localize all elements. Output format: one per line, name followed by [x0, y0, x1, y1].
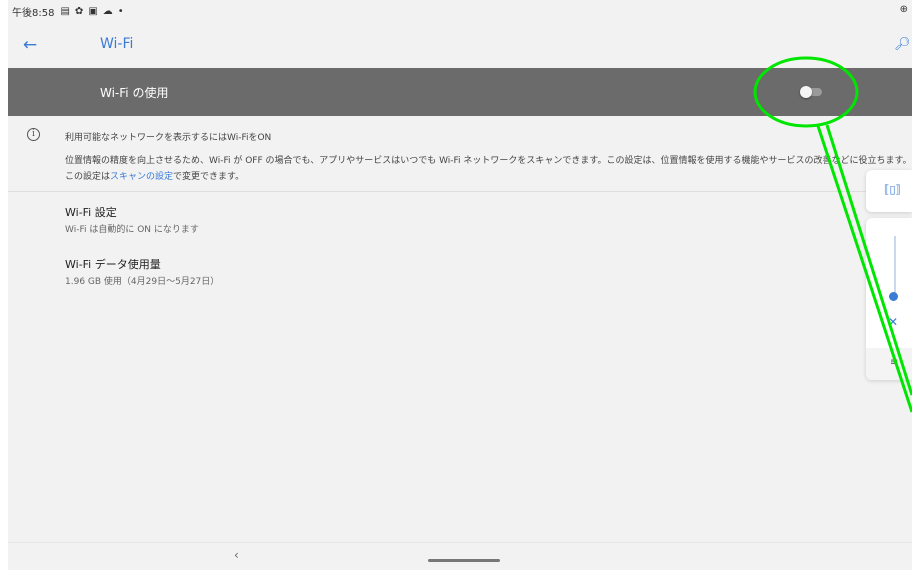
vpn-key-icon: ⊕ — [899, 4, 908, 15]
settings-sliders-icon[interactable]: ≡ — [890, 357, 898, 368]
nav-home-handle[interactable] — [428, 559, 500, 562]
status-time: 午後8:58 — [12, 7, 55, 19]
music-off-icon[interactable]: ✕ — [888, 315, 902, 329]
status-icons: ▤ ✿ ▣ ☁ • — [60, 6, 123, 17]
toggle-thumb — [800, 86, 812, 98]
arrow-left-icon: ← — [22, 35, 38, 55]
dot-icon: • — [117, 5, 124, 17]
item-title: Wi-Fi 設定 — [65, 206, 117, 219]
image-icon: ▣ — [88, 5, 98, 17]
volume-slider-thumb[interactable] — [889, 292, 898, 301]
back-button[interactable]: ← — [18, 34, 42, 56]
item-subtitle: 1.96 GB 使用（4月29日〜5月27日） — [65, 277, 220, 287]
cloud-icon: ☁ — [102, 5, 113, 17]
info-icon: i — [27, 128, 40, 141]
settings-screen: 午後8:58 ▤ ✿ ▣ ☁ • ⊕ ← Wi-Fi 🔎︎ Wi-Fi の使用 … — [8, 0, 912, 570]
wifi-toggle[interactable] — [800, 86, 822, 98]
list-item-wifi-settings[interactable]: Wi-Fi 設定 Wi-Fi は自動的に ON になります — [65, 204, 845, 235]
message-icon: ▤ — [60, 5, 70, 17]
navigation-bar: ‹ — [8, 542, 912, 570]
wifi-master-switch-bar[interactable]: Wi-Fi の使用 — [8, 68, 912, 116]
search-icon: 🔎︎ — [894, 37, 911, 52]
info-main-text: 利用可能なネットワークを表示するにはWi-FiをON — [65, 133, 272, 143]
list-item-wifi-data-usage[interactable]: Wi-Fi データ使用量 1.96 GB 使用（4月29日〜5月27日） — [65, 256, 845, 287]
volume-slider-track[interactable] — [894, 236, 896, 296]
item-subtitle: Wi-Fi は自動的に ON になります — [65, 225, 199, 235]
item-title: Wi-Fi データ使用量 — [65, 258, 161, 271]
scan-settings-link[interactable]: スキャンの設定 — [110, 172, 173, 182]
ringer-mode-card[interactable]: ⟦▯⟧ — [866, 170, 912, 212]
page-title: Wi-Fi — [100, 36, 134, 52]
wifi-master-switch-label: Wi-Fi の使用 — [100, 86, 169, 100]
search-button[interactable]: 🔎︎ — [894, 34, 912, 56]
volume-panel: ✕ ≡ — [866, 218, 912, 380]
status-bar: 午後8:58 ▤ ✿ ▣ ☁ • ⊕ — [8, 0, 912, 22]
vibrate-icon[interactable]: ⟦▯⟧ — [884, 183, 901, 197]
volume-panel-footer[interactable]: ≡ — [866, 348, 912, 380]
gear-icon: ✿ — [74, 5, 84, 17]
nav-back-button[interactable]: ‹ — [234, 548, 239, 562]
info-description: 位置情報の精度を向上させるため、Wi-Fi が OFF の場合でも、アプリやサー… — [65, 153, 912, 185]
app-bar: ← Wi-Fi 🔎︎ — [8, 22, 912, 68]
info-desc-tail: で変更できます。 — [173, 172, 245, 182]
divider — [8, 191, 912, 192]
